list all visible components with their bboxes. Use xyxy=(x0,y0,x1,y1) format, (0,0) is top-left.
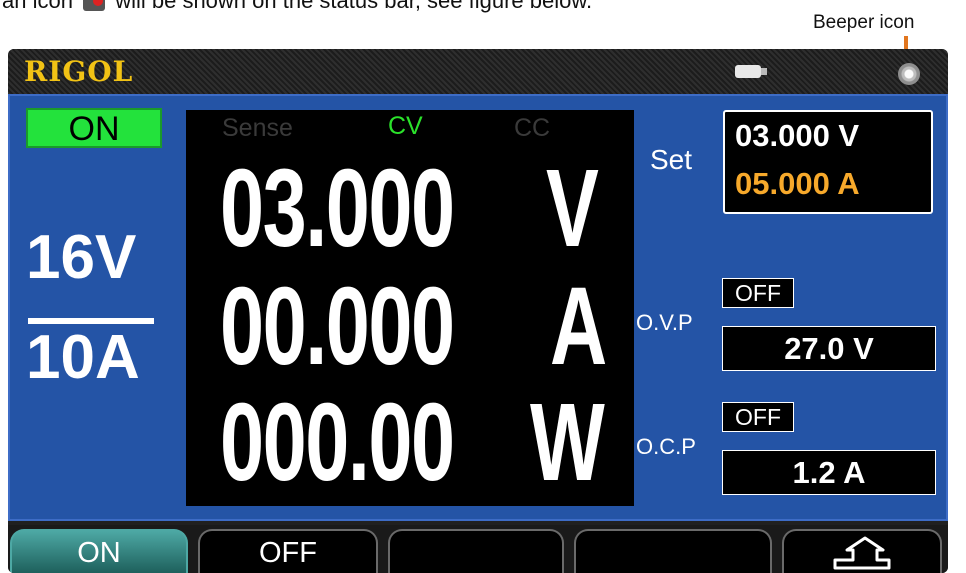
status-bar: RIGOL xyxy=(8,49,948,94)
ocp-value[interactable]: 1.2 A xyxy=(722,450,936,495)
doc-text-after: will be shown on the status bar, see fig… xyxy=(115,0,593,13)
softkey-4-button[interactable] xyxy=(574,529,772,573)
voltage-unit: V xyxy=(546,147,599,270)
mode-cv-label: CV xyxy=(388,112,423,140)
softkey-bar: ON OFF xyxy=(8,525,948,573)
rigol-logo: RIGOL xyxy=(24,55,134,88)
power-unit: W xyxy=(530,381,605,504)
softkey-off-button[interactable]: OFF xyxy=(198,529,378,573)
usb-icon xyxy=(735,65,767,78)
power-reading: 000.00 xyxy=(220,381,455,504)
softkey-on-button[interactable]: ON xyxy=(10,529,188,573)
beeper-muted-icon xyxy=(83,0,106,12)
doc-text-before: an icon xyxy=(2,0,73,13)
set-voltage: 03.000 V xyxy=(735,118,860,153)
range-voltage: 16V xyxy=(26,223,137,292)
set-current: 05.000 A xyxy=(735,166,860,201)
ovp-value[interactable]: 27.0 V xyxy=(722,326,936,371)
softkey-return-button[interactable] xyxy=(782,529,942,573)
mode-sense-label: Sense xyxy=(222,114,293,142)
ocp-state[interactable]: OFF xyxy=(722,402,794,432)
voltage-reading: 03.000 xyxy=(220,147,455,270)
softkey-3-button[interactable] xyxy=(388,529,564,573)
measurement-readout: Sense CV CC 03.000 V 00.000 A 000.00 W xyxy=(186,110,634,506)
set-label: Set xyxy=(650,144,693,175)
current-unit: A xyxy=(550,265,608,388)
mode-cc-label: CC xyxy=(514,114,551,142)
beeper-icon-callout: Beeper icon xyxy=(813,12,915,33)
main-screen: ON 16V 10A Sense CV CC 03.000 V 00.000 A… xyxy=(8,94,948,521)
set-values-box[interactable]: 03.000 V 05.000 A xyxy=(723,110,933,214)
range-current: 10A xyxy=(26,323,140,392)
current-reading: 00.000 xyxy=(220,265,455,388)
document-text: an icon will be shown on the status bar,… xyxy=(2,0,592,14)
beeper-icon xyxy=(898,63,920,85)
ocp-label: O.C.P xyxy=(636,434,696,459)
output-state-badge: ON xyxy=(26,108,162,148)
ovp-state[interactable]: OFF xyxy=(722,278,794,308)
ovp-label: O.V.P xyxy=(636,310,693,335)
power-supply-display: RIGOL ON 16V 10A Sense CV CC 03.000 V 00… xyxy=(8,49,948,573)
return-arrow-icon xyxy=(833,536,891,570)
